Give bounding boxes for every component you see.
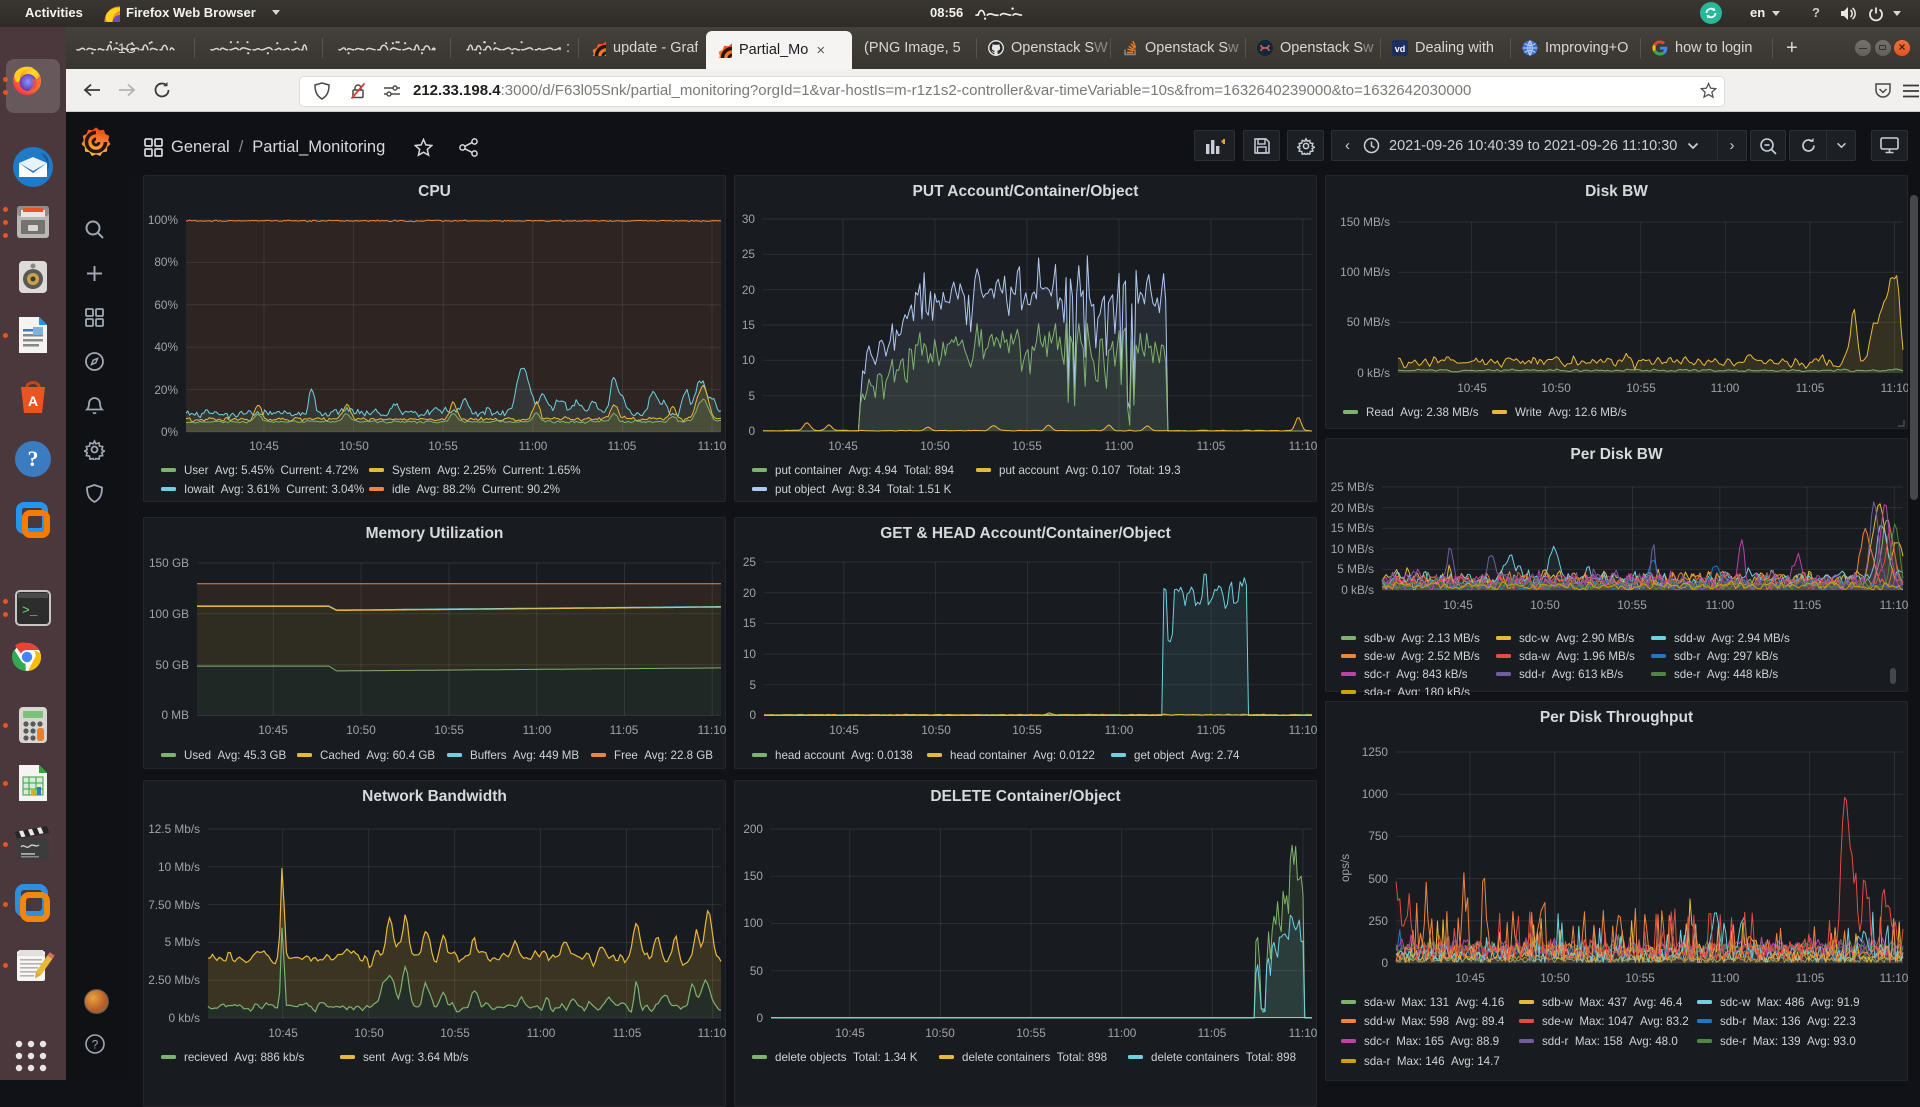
svg-text:vd: vd	[1395, 44, 1406, 54]
svg-text:?: ?	[92, 1038, 99, 1052]
svg-text:>_: >_	[22, 603, 38, 618]
svg-text:?: ?	[28, 446, 39, 471]
svg-text:A: A	[28, 393, 38, 409]
